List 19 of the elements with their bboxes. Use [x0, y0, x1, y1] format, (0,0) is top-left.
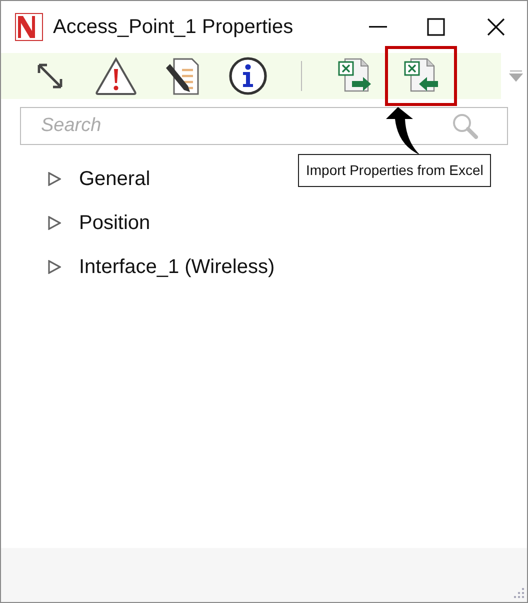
search-field[interactable]: Search	[20, 107, 508, 145]
overflow-icon	[509, 70, 523, 82]
minimize-icon	[369, 26, 387, 28]
app-logo-icon	[15, 13, 43, 41]
tooltip: Import Properties from Excel	[298, 154, 492, 187]
close-icon	[487, 18, 505, 36]
expander-icon[interactable]	[47, 260, 61, 274]
window-title: Access_Point_1 Properties	[53, 15, 294, 40]
resize-arrows-icon	[35, 61, 65, 91]
tree-item[interactable]: General	[79, 164, 150, 194]
warning-icon	[94, 56, 138, 96]
expander-icon[interactable]	[47, 172, 61, 186]
tree-item[interactable]: Position	[79, 208, 150, 238]
maximize-icon	[427, 18, 445, 36]
tree-item[interactable]: Interface_1 (Wireless)	[79, 252, 275, 282]
info-icon	[228, 56, 268, 96]
search-icon	[452, 113, 478, 139]
resize-grip-icon	[511, 586, 525, 600]
expander-icon[interactable]	[47, 216, 61, 230]
